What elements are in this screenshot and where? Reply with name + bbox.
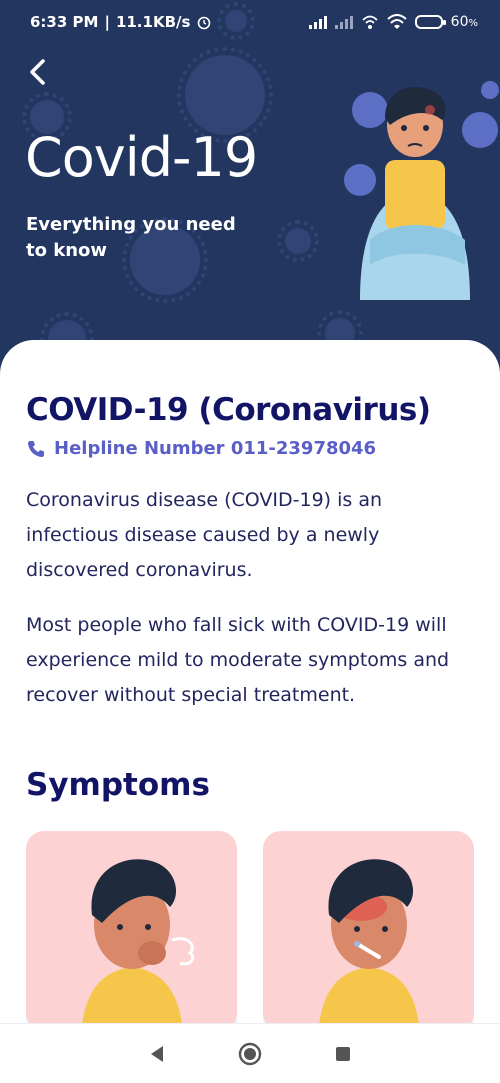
helpline-text: Helpline Number 011-23978046 — [54, 438, 377, 459]
article-title: COVID-19 (Coronavirus) — [26, 392, 431, 428]
symptoms-heading: Symptoms — [26, 767, 210, 803]
nav-recent-icon — [336, 1046, 351, 1061]
system-nav-bar — [0, 1023, 500, 1083]
back-button[interactable] — [22, 56, 54, 88]
nav-back-icon — [150, 1045, 163, 1062]
feverish-man-illustration — [319, 859, 419, 1023]
nav-home-icon — [238, 1042, 262, 1065]
back-arrow-icon — [30, 59, 45, 85]
sick-man-illustration — [344, 81, 499, 300]
battery-value: 60 — [450, 14, 469, 30]
battery-percent: 60% — [451, 14, 478, 30]
virus-decoration — [177, 47, 273, 143]
wifi-icon — [386, 14, 407, 29]
symptom-card-fever[interactable] — [263, 831, 474, 1023]
helpline-link[interactable]: Helpline Number 011-23978046 — [26, 438, 474, 459]
page-subtitle: Everything you need to know — [26, 214, 236, 261]
status-separator: | — [104, 13, 110, 31]
status-speed: 11.1KB/s — [115, 13, 191, 31]
coughing-man-illustration — [82, 859, 195, 1023]
symptom-card-cough[interactable] — [26, 831, 237, 1023]
status-time: 6:33 PM — [30, 13, 99, 31]
nav-back-button[interactable] — [142, 1039, 172, 1069]
virus-decoration — [277, 220, 319, 262]
battery-unit: % — [468, 18, 478, 29]
battery-icon — [414, 15, 446, 29]
nav-recent-button[interactable] — [328, 1039, 358, 1069]
symptoms-paragraph: Most people who fall sick with COVID-19 … — [26, 614, 450, 706]
alarm-icon — [198, 16, 211, 30]
page-title: Covid-19 — [25, 126, 258, 189]
hotspot-icon — [362, 15, 378, 29]
content-sheet[interactable]: COVID-19 (Coronavirus) Helpline Number 0… — [0, 340, 500, 1023]
signal-icon — [308, 15, 327, 29]
header-banner: Covid-19 Everything you need to know — [0, 0, 500, 380]
intro-paragraph: Coronavirus disease (COVID-19) is an inf… — [26, 489, 383, 581]
status-bar: 6:33 PM | 11.1KB/s 60% — [0, 0, 500, 44]
signal-icon — [334, 15, 353, 29]
phone-icon — [28, 440, 44, 457]
symptom-cards — [26, 831, 474, 1023]
nav-home-button[interactable] — [235, 1039, 265, 1069]
